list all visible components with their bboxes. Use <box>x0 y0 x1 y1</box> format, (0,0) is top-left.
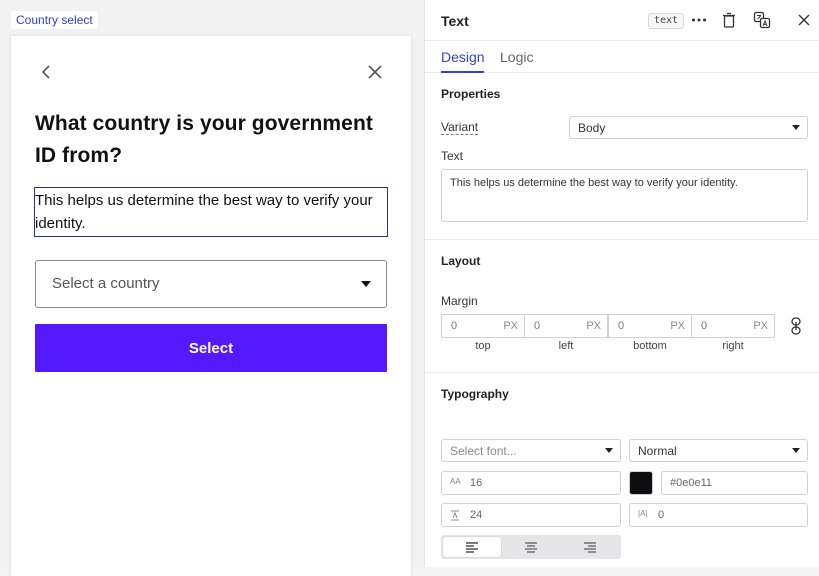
font-family-dropdown[interactable]: Select font... <box>441 439 621 462</box>
margin-top-value: 0 <box>451 320 458 332</box>
variant-label: Variant <box>441 120 479 135</box>
align-left-icon <box>466 542 478 553</box>
select-button[interactable]: Select <box>35 324 387 372</box>
link-margins-icon[interactable] <box>789 317 803 335</box>
design-canvas: Country select What country is your gove… <box>0 0 424 576</box>
margin-top-input[interactable]: 0 PX <box>441 314 525 338</box>
chevron-down-icon <box>605 448 613 453</box>
text-label: Text <box>441 149 464 163</box>
margin-right-caption: right <box>722 340 744 352</box>
margin-bottom-input[interactable]: 0 PX <box>608 314 692 338</box>
margin-unit: PX <box>670 320 685 332</box>
font-weight-dropdown[interactable]: Normal <box>629 439 808 462</box>
panel-title: Text <box>441 13 469 29</box>
font-size-input[interactable]: AA 16 <box>441 471 621 495</box>
tab-logic[interactable]: Logic <box>500 49 533 65</box>
margin-label: Margin <box>441 294 478 308</box>
chevron-down-icon <box>361 281 371 287</box>
align-right-button[interactable] <box>561 537 619 557</box>
headline[interactable]: What country is your government ID from? <box>35 108 395 172</box>
close-panel-icon[interactable] <box>795 11 813 29</box>
chevron-down-icon <box>792 448 800 453</box>
margin-unit: PX <box>503 320 518 332</box>
frame-label[interactable]: Country select <box>11 11 98 29</box>
more-icon[interactable] <box>690 11 708 29</box>
margin-bottom-caption: bottom <box>633 340 667 352</box>
text-color-input[interactable]: #0e0e11 <box>661 471 808 495</box>
panel-tabs: Design Logic <box>425 41 819 73</box>
font-weight-value: Normal <box>638 444 677 458</box>
country-select[interactable]: Select a country <box>35 260 387 308</box>
screen-card: What country is your government ID from?… <box>11 36 411 576</box>
properties-title: Properties <box>441 87 501 101</box>
font-family-placeholder: Select font... <box>450 444 517 458</box>
letter-spacing-input[interactable]: |A| 0 <box>629 503 808 527</box>
back-arrow-icon[interactable] <box>39 63 55 81</box>
component-type-badge: text <box>648 13 685 29</box>
text-align-group <box>441 535 621 559</box>
line-height-input[interactable]: 24 <box>441 503 621 527</box>
line-height-value: 24 <box>470 509 483 521</box>
variant-value: Body <box>578 121 606 135</box>
text-content-field[interactable]: This helps us determine the best way to … <box>441 169 808 222</box>
margin-right-value: 0 <box>701 320 708 332</box>
typography-title: Typography <box>441 387 509 401</box>
text-color-value: #0e0e11 <box>670 477 713 489</box>
layout-title: Layout <box>441 254 481 268</box>
margin-unit: PX <box>586 320 601 332</box>
letter-spacing-icon: |A| <box>638 509 648 518</box>
panel-header: Text text <box>425 0 819 41</box>
trash-icon[interactable] <box>720 11 738 29</box>
align-center-button[interactable] <box>502 537 560 557</box>
margin-bottom-value: 0 <box>618 320 625 332</box>
margin-top-caption: top <box>475 340 491 352</box>
selected-body-text[interactable]: This helps us determine the best way to … <box>34 187 388 237</box>
layout-section <box>425 240 819 373</box>
font-size-value: 16 <box>470 477 483 489</box>
chevron-down-icon <box>792 125 800 130</box>
margin-left-input[interactable]: 0 PX <box>524 314 608 338</box>
align-center-icon <box>525 542 537 553</box>
letter-spacing-value: 0 <box>658 509 665 521</box>
margin-unit: PX <box>753 320 768 332</box>
margin-left-value: 0 <box>534 320 541 332</box>
properties-panel: Text text Design Logic Properties Varian… <box>424 0 819 567</box>
line-height-icon <box>451 510 459 521</box>
country-select-placeholder: Select a country <box>52 275 160 292</box>
margin-left-caption: left <box>558 340 574 352</box>
align-right-icon <box>584 542 596 553</box>
close-icon[interactable] <box>366 63 384 81</box>
align-left-button[interactable] <box>443 537 501 557</box>
font-size-icon: AA <box>450 477 461 486</box>
variant-dropdown[interactable]: Body <box>569 116 808 139</box>
tab-design[interactable]: Design <box>441 49 485 65</box>
text-color-swatch[interactable] <box>629 471 653 495</box>
margin-right-input[interactable]: 0 PX <box>691 314 775 338</box>
translate-icon[interactable] <box>753 11 771 29</box>
